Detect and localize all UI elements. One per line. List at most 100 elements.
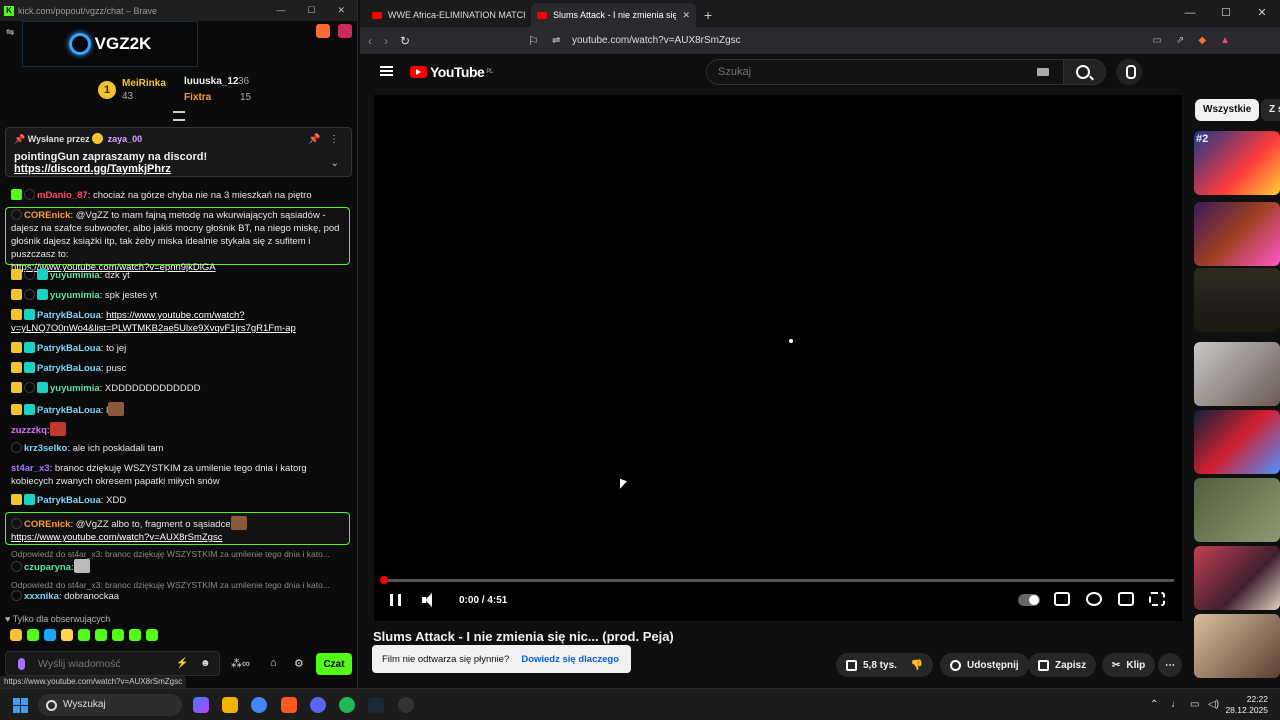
thumbnail-8[interactable]: [1194, 614, 1280, 678]
gear-icon[interactable]: ⚙: [294, 657, 304, 670]
clip-button[interactable]: ✂ Klip: [1102, 653, 1156, 677]
chat-username[interactable]: st4ar_x3: [11, 463, 50, 474]
network-icon[interactable]: ▭: [1190, 699, 1199, 710]
keyboard-icon[interactable]: [1037, 68, 1049, 76]
fullscreen-button[interactable]: [1149, 592, 1165, 606]
tab-wwe[interactable]: WWE Africa-ELIMINATION MATCH!: [366, 3, 531, 27]
more-actions-button[interactable]: ⋯: [1158, 653, 1182, 677]
brave-shield-icon[interactable]: [316, 24, 330, 38]
chat-username[interactable]: yuyumimia: [50, 290, 100, 301]
site-info-icon[interactable]: ⇌: [552, 35, 560, 46]
miniplayer-button[interactable]: [1118, 592, 1134, 606]
emote-5-icon[interactable]: [78, 629, 90, 641]
chrome-icon[interactable]: [251, 697, 267, 713]
spotify-icon[interactable]: [339, 697, 355, 713]
emote-4-icon[interactable]: [61, 629, 73, 641]
voice-search-button[interactable]: [1116, 59, 1142, 85]
tab-slums-attack[interactable]: Slums Attack - I nie zmienia się nic ✕: [531, 3, 696, 27]
emote-7-icon[interactable]: [112, 629, 124, 641]
gift-icon[interactable]: ⌂: [270, 657, 277, 669]
chat-username[interactable]: xxxnika: [24, 591, 59, 602]
thumbnail-4[interactable]: [1194, 342, 1280, 406]
discord-icon[interactable]: [310, 697, 326, 713]
forward-icon[interactable]: ›: [384, 34, 388, 48]
chat-username[interactable]: krz3selko: [24, 443, 67, 454]
url-field[interactable]: youtube.com/watch?v=AUX8rSmZgsc: [572, 35, 741, 46]
emote-picker-icon[interactable]: ☻: [200, 658, 211, 669]
tray-chevron-icon[interactable]: ⌃: [1150, 699, 1158, 710]
thumbs-down-icon[interactable]: 👎: [911, 660, 923, 671]
thumbnail-2[interactable]: [1194, 202, 1280, 266]
chat-username[interactable]: mDanio_87: [37, 190, 88, 201]
chip-from-series[interactable]: Z se: [1261, 99, 1280, 121]
emote-9-icon[interactable]: [146, 629, 158, 641]
chat-username[interactable]: zuzzzkq: [11, 425, 47, 436]
minimize-button[interactable]: —: [1172, 0, 1208, 26]
volume-tray-icon[interactable]: ◁): [1208, 699, 1219, 710]
thumbnail-3[interactable]: [1194, 268, 1280, 332]
chat-link[interactable]: https://www.youtube.com/watch?v=AUX8rSmZ…: [11, 531, 351, 544]
clock[interactable]: 22:22 28.12.2025: [1225, 694, 1268, 716]
chat-input[interactable]: [38, 655, 168, 673]
new-tab-button[interactable]: +: [696, 7, 722, 27]
chip-all[interactable]: Wszystkie: [1195, 99, 1260, 121]
save-button[interactable]: Zapisz: [1028, 653, 1097, 677]
pinned-link[interactable]: https://discord.gg/TaymkjPhrz: [14, 163, 171, 175]
collapse-icon[interactable]: [173, 111, 185, 121]
chat-username[interactable]: COREnick: [24, 210, 70, 221]
minimize-button[interactable]: —: [276, 5, 285, 16]
thumbnail-6[interactable]: [1194, 478, 1280, 542]
copilot-icon[interactable]: [193, 697, 209, 713]
chat-username[interactable]: COREnick: [24, 519, 70, 530]
mic-tray-icon[interactable]: ♩: [1171, 699, 1181, 710]
settings-icon[interactable]: ⇋: [6, 27, 14, 38]
thumbnail-5[interactable]: [1194, 410, 1280, 474]
search-input[interactable]: [718, 66, 1018, 78]
brave-shield-icon[interactable]: ◆: [1198, 35, 1206, 46]
chat-username[interactable]: PatrykBaLoua: [37, 363, 101, 374]
bookmark-icon[interactable]: ⚐: [528, 34, 539, 48]
maximize-button[interactable]: ☐: [307, 5, 315, 16]
share-button[interactable]: Udostępnij: [940, 653, 1029, 677]
file-explorer-icon[interactable]: [222, 697, 238, 713]
chevron-down-icon[interactable]: ⌄: [331, 158, 339, 169]
reply-reference[interactable]: Odpowiedź do st4ar_x3: branoc dziękuję W…: [11, 549, 330, 559]
steam-icon[interactable]: [368, 697, 384, 713]
maximize-button[interactable]: ☐: [1208, 0, 1244, 26]
chat-username[interactable]: yuyumimia: [50, 270, 100, 281]
volume-icon[interactable]: [422, 593, 438, 607]
app-icon[interactable]: [398, 697, 414, 713]
brave-icon[interactable]: [281, 697, 297, 713]
emote-8-icon[interactable]: [129, 629, 141, 641]
thumbnail-1[interactable]: #2: [1194, 131, 1280, 195]
close-button[interactable]: ✕: [337, 5, 345, 16]
send-chat-button[interactable]: Czat: [316, 653, 352, 675]
back-icon[interactable]: ‹: [368, 34, 372, 48]
share-icon[interactable]: ⇗: [1176, 35, 1184, 46]
pin-options-icon[interactable]: 📌 ⋮: [308, 134, 339, 145]
thumbnail-7[interactable]: [1194, 546, 1280, 610]
hype-icon[interactable]: ⁂∞: [231, 657, 250, 670]
scrubber-handle[interactable]: [380, 576, 388, 584]
chat-username[interactable]: PatrykBaLoua: [37, 343, 101, 354]
toast-learn-link[interactable]: Dowiedz się dlaczego: [521, 654, 619, 665]
chat-username[interactable]: PatrykBaLoua: [37, 495, 101, 506]
chat-username[interactable]: PatrykBaLoua: [37, 405, 101, 416]
chat-username[interactable]: PatrykBaLoua: [37, 310, 101, 321]
rewards-icon[interactable]: ▲: [1220, 35, 1230, 46]
autoplay-toggle[interactable]: [1018, 594, 1040, 606]
emote-1-icon[interactable]: [10, 629, 22, 641]
video-player[interactable]: 0:00 / 4:51: [374, 95, 1182, 621]
pinned-sender[interactable]: zaya_00: [108, 134, 143, 144]
like-button[interactable]: 5,8 tys. 👎: [836, 653, 934, 677]
translate-icon[interactable]: ⚡: [176, 658, 188, 669]
emote-2-icon[interactable]: [27, 629, 39, 641]
reload-icon[interactable]: ↻: [400, 34, 410, 48]
reply-reference[interactable]: Odpowiedź do st4ar_x3: branoc dziękuję W…: [11, 580, 330, 590]
menu-icon[interactable]: [380, 66, 393, 76]
cast-icon[interactable]: ▭: [1153, 35, 1162, 46]
youtube-logo[interactable]: YouTube PL: [410, 64, 493, 80]
search-button[interactable]: [1064, 59, 1106, 85]
mic-icon[interactable]: [18, 658, 25, 670]
close-tab-icon[interactable]: ✕: [682, 10, 690, 21]
